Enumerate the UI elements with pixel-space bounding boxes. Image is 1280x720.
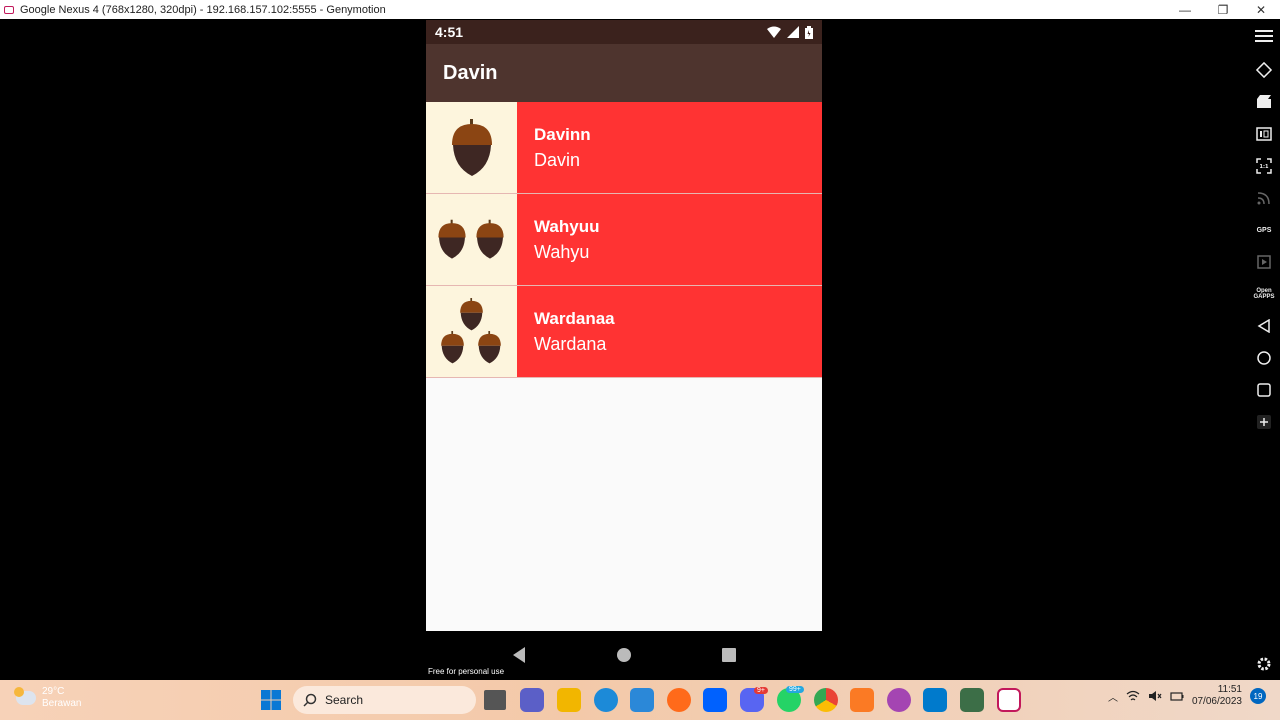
- acorn-icon: [452, 119, 492, 176]
- recents-square-icon: [722, 648, 737, 662]
- window-title: Google Nexus 4 (768x1280, 320dpi) - 192.…: [20, 3, 386, 16]
- search-icon: [303, 693, 317, 707]
- weather-cloud-icon: [14, 687, 36, 705]
- app-icon[interactable]: [960, 688, 984, 712]
- add-icon[interactable]: [1254, 412, 1274, 432]
- system-tray: ︿ 11:51 07/06/2023 19: [1108, 684, 1266, 708]
- taskbar-search[interactable]: Search: [293, 686, 476, 714]
- genymotion-taskbar-icon[interactable]: [887, 688, 911, 712]
- menu-icon[interactable]: [1254, 26, 1274, 46]
- windows-taskbar: 29°C Berawan Search 9+ 99+ ︿ 11:51 07/06…: [0, 680, 1280, 720]
- wifi-icon[interactable]: [1126, 690, 1140, 702]
- media-icon[interactable]: [1254, 252, 1274, 272]
- discord-badge: 9+: [754, 687, 768, 694]
- acorn-icon: [478, 331, 501, 364]
- identifiers-icon[interactable]: [1254, 124, 1274, 144]
- acorn-thumbnail: [426, 194, 517, 285]
- acorn-icon: [438, 219, 466, 259]
- volume-muted-icon[interactable]: [1148, 690, 1162, 702]
- item-name: Davinn: [534, 124, 591, 144]
- list-item[interactable]: Wardanaa Wardana: [426, 286, 822, 378]
- weather-desc: Berawan: [42, 698, 82, 709]
- app-title: Davin: [443, 61, 498, 84]
- recents-icon[interactable]: [1254, 380, 1274, 400]
- dropbox-icon[interactable]: [703, 688, 727, 712]
- genymotion-app-icon: [4, 5, 14, 14]
- file-explorer-icon[interactable]: [557, 688, 581, 712]
- edge-icon[interactable]: [594, 688, 618, 712]
- list-item[interactable]: Davinn Davin: [426, 102, 822, 194]
- genymotion-toolbar: 1:1 GPS Open GAPPS: [1248, 20, 1280, 680]
- rotate-icon[interactable]: [1254, 60, 1274, 80]
- back-triangle-icon: [512, 647, 525, 663]
- item-subtitle: Wardana: [534, 333, 607, 354]
- task-view-icon[interactable]: [484, 690, 506, 710]
- chevron-up-icon[interactable]: ︿: [1108, 689, 1118, 704]
- acorn-icon: [460, 298, 483, 331]
- firefox-icon[interactable]: [667, 688, 691, 712]
- pixel-perfect-icon[interactable]: 1:1: [1254, 156, 1274, 176]
- home-circle-icon: [616, 648, 631, 662]
- xampp-icon[interactable]: [850, 688, 874, 712]
- list-item[interactable]: Wahyuu Wahyu: [426, 194, 822, 286]
- search-label: Search: [325, 693, 364, 707]
- clock[interactable]: 11:51 07/06/2023: [1192, 684, 1242, 708]
- open-gapps-icon[interactable]: Open GAPPS: [1254, 284, 1275, 304]
- genymotion-active-icon[interactable]: [997, 688, 1021, 712]
- clock-time: 11:51: [1217, 684, 1242, 695]
- battery-plugged-icon[interactable]: [1170, 690, 1184, 702]
- clock-date: 07/06/2023: [1191, 696, 1242, 707]
- maximize-button[interactable]: ❐: [1204, 0, 1242, 19]
- app-bar: Davin: [426, 44, 822, 102]
- weather-widget[interactable]: 29°C Berawan: [14, 686, 82, 710]
- wifi-icon: [767, 26, 781, 38]
- acorn-icon: [441, 331, 464, 364]
- gps-icon[interactable]: GPS: [1254, 220, 1274, 240]
- signal-icon: [787, 26, 799, 38]
- battery-icon: [805, 25, 813, 39]
- device-screen: 4:51 Davin Davinn Davin Wahyuu Wahyu War…: [426, 20, 822, 631]
- item-name: Wardanaa: [534, 308, 615, 328]
- item-subtitle: Wahyu: [534, 241, 590, 262]
- close-button[interactable]: ✕: [1242, 0, 1280, 19]
- home-nav-button[interactable]: [614, 645, 634, 665]
- weather-temp: 29°C: [42, 686, 65, 697]
- svg-text:1:1: 1:1: [1260, 164, 1269, 170]
- store-icon[interactable]: [630, 688, 654, 712]
- watermark-text: Free for personal use: [428, 667, 505, 676]
- broadcast-icon[interactable]: [1254, 188, 1274, 208]
- teams-icon[interactable]: [520, 688, 544, 712]
- acorn-thumbnail: [426, 286, 517, 377]
- back-icon[interactable]: [1254, 316, 1274, 336]
- window-titlebar: Google Nexus 4 (768x1280, 320dpi) - 192.…: [0, 0, 1280, 19]
- item-name: Wahyuu: [534, 216, 600, 236]
- notification-badge[interactable]: 19: [1250, 688, 1266, 704]
- capture-icon[interactable]: [1254, 92, 1274, 112]
- chrome-icon[interactable]: [814, 688, 838, 712]
- whatsapp-badge: 99+: [786, 686, 804, 693]
- recents-nav-button[interactable]: [719, 645, 739, 665]
- status-time: 4:51: [435, 24, 464, 40]
- minimize-button[interactable]: —: [1166, 0, 1204, 19]
- home-icon[interactable]: [1254, 348, 1274, 368]
- back-nav-button[interactable]: [509, 645, 529, 665]
- item-subtitle: Davin: [534, 149, 581, 170]
- vscode-icon[interactable]: [923, 688, 947, 712]
- status-bar: 4:51: [426, 20, 822, 44]
- acorn-icon: [476, 219, 504, 259]
- windows-start-icon[interactable]: [259, 688, 283, 712]
- acorn-thumbnail: [426, 102, 517, 193]
- settings-gear-icon[interactable]: [1254, 654, 1274, 674]
